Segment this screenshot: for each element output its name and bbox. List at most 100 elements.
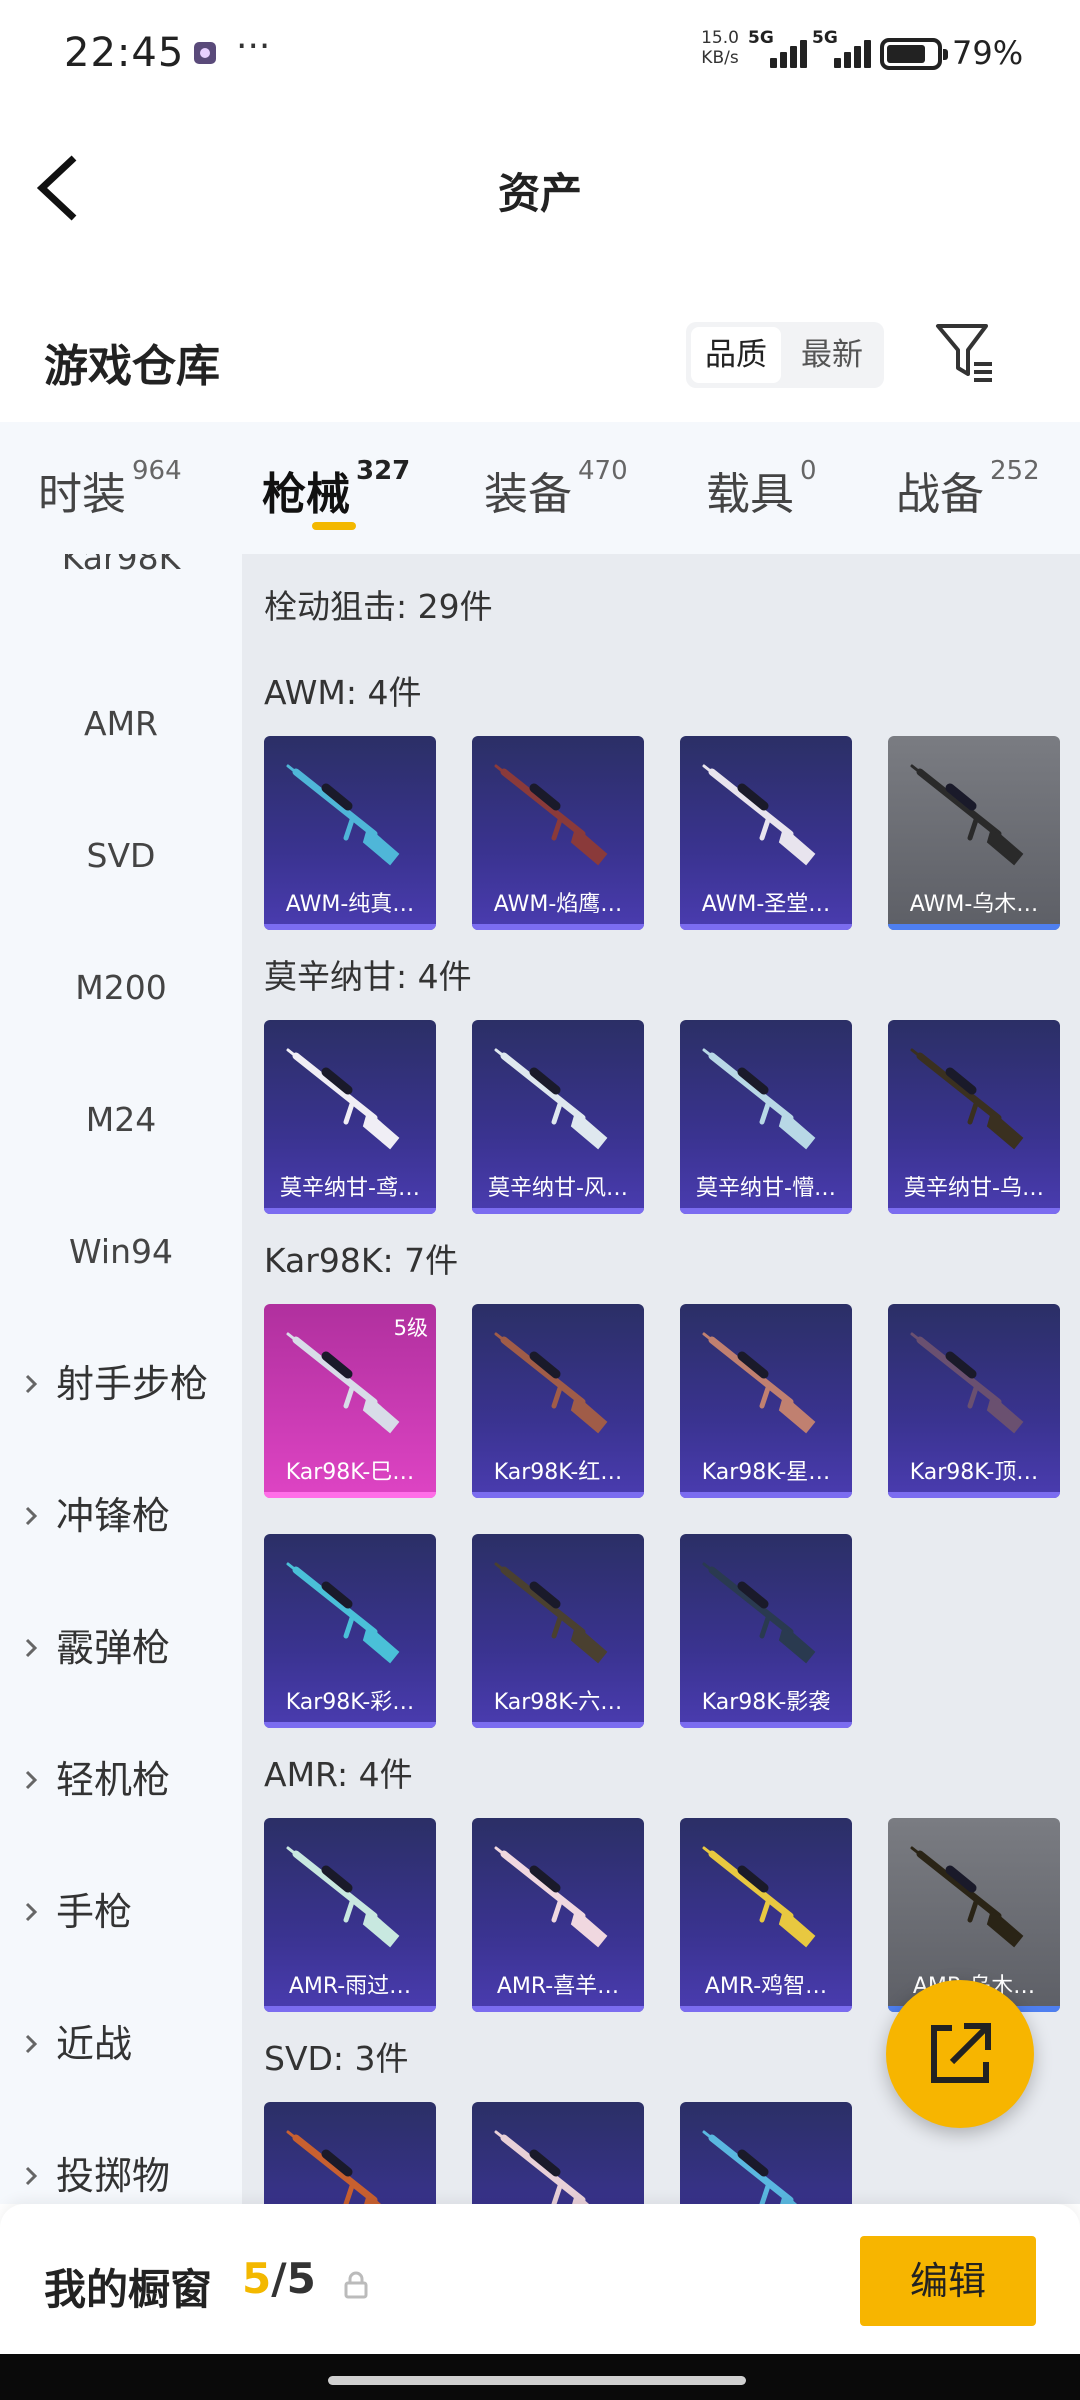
app-notification-icon: [194, 42, 216, 64]
tab-fashion[interactable]: 时装 964: [38, 456, 182, 522]
item-name: 莫辛纳甘-懵…: [696, 1176, 836, 1201]
home-indicator[interactable]: [328, 2376, 746, 2385]
tab-vehicles[interactable]: 载具 0: [706, 456, 817, 522]
sidebar-item-win94[interactable]: Win94: [0, 1212, 242, 1292]
sidebar-item-marksman-rifle[interactable]: 射手步枪: [0, 1344, 242, 1424]
rifle-icon: [494, 2130, 590, 2204]
weapon-card[interactable]: AWM-乌木…: [888, 736, 1060, 930]
weapon-card[interactable]: AMR-喜羊…: [472, 1818, 644, 2012]
rarity-bar: [680, 1208, 852, 1214]
item-name: Kar98K-彩…: [285, 1690, 415, 1715]
share-button[interactable]: [886, 1980, 1034, 2128]
sidebar-item-shotgun[interactable]: 霰弹枪: [0, 1608, 242, 1688]
chevron-right-icon: [25, 2034, 38, 2054]
rarity-bar: [888, 1208, 1060, 1214]
item-name: Kar98K-红…: [493, 1460, 623, 1485]
weapon-card[interactable]: AWM-纯真…: [264, 736, 436, 930]
rifle-icon: [702, 1332, 816, 1434]
item-name: AWM-圣堂…: [701, 892, 831, 917]
weapon-card[interactable]: Kar98K-影袭: [680, 1534, 852, 1728]
tab-supplies[interactable]: 战备 252: [896, 456, 1040, 522]
rarity-bar: [680, 924, 852, 930]
weapon-card[interactable]: Kar98K-红…: [472, 1304, 644, 1498]
weapon-type-sidebar: Kar98K AMR SVD M200 M24 Win94 射手步枪 冲锋枪 霰…: [0, 554, 242, 2204]
item-name: 莫辛纳甘-乌…: [904, 1176, 1044, 1201]
rifle-icon: [702, 1846, 816, 1948]
rifle-icon: [910, 1846, 1024, 1948]
rifle-icon: [494, 1562, 608, 1664]
weapon-card[interactable]: AWM-焰鹰…: [472, 736, 644, 930]
item-name: AMR-喜羊…: [496, 1974, 620, 1999]
edit-button[interactable]: 编辑: [860, 2236, 1036, 2326]
chevron-right-icon: [25, 1902, 38, 1922]
signal-icon: 5G: [748, 28, 808, 72]
weapon-card[interactable]: AMR-鸡智…: [680, 1818, 852, 2012]
showcase-bar: 我的橱窗 5/5 编辑: [0, 2204, 1080, 2354]
weapon-card[interactable]: 莫辛纳甘-懵…: [680, 1020, 852, 1214]
filter-icon: [936, 324, 992, 382]
weapon-card[interactable]: Kar98K-顶…: [888, 1304, 1060, 1498]
weapon-card[interactable]: [472, 2102, 644, 2204]
rifle-icon: [494, 1048, 608, 1150]
tab-weapons[interactable]: 枪械 327: [262, 456, 410, 522]
sidebar-item-pistol[interactable]: 手枪: [0, 1872, 242, 1952]
chevron-right-icon: [25, 1374, 38, 1394]
sort-option-quality[interactable]: 品质: [691, 327, 781, 383]
section-title-svd: SVD: 3件: [264, 2039, 409, 2078]
system-nav-bar: [0, 2354, 1080, 2400]
filter-button[interactable]: [930, 316, 1000, 386]
battery-icon: [880, 38, 948, 70]
item-name: Kar98K-巳…: [285, 1460, 415, 1485]
item-name: AWM-纯真…: [285, 892, 415, 917]
weapon-card[interactable]: Kar98K-星…: [680, 1304, 852, 1498]
status-time: 22:45: [64, 30, 185, 76]
rarity-bar: [888, 924, 1060, 930]
weapon-card[interactable]: 莫辛纳甘-乌…: [888, 1020, 1060, 1214]
sidebar-item-m200[interactable]: M200: [0, 948, 242, 1028]
sidebar-item-throwable[interactable]: 投掷物: [0, 2136, 242, 2204]
sidebar-item-melee[interactable]: 近战: [0, 2004, 242, 2084]
weapon-card[interactable]: 莫辛纳甘-风…: [472, 1020, 644, 1214]
sort-option-newest[interactable]: 最新: [787, 327, 877, 383]
tab-equipment[interactable]: 装备 470: [484, 456, 628, 522]
item-name: Kar98K-星…: [701, 1460, 831, 1485]
sidebar-item-amr[interactable]: AMR: [0, 684, 242, 764]
weapon-card[interactable]: AMR-雨过…: [264, 1818, 436, 2012]
sidebar-item-m24[interactable]: M24: [0, 1080, 242, 1160]
weapon-card[interactable]: Kar98K-六…: [472, 1534, 644, 1728]
item-name: AWM-焰鹰…: [493, 892, 623, 917]
sidebar-item-svd[interactable]: SVD: [0, 816, 242, 896]
section-title-kar98k: Kar98K: 7件: [264, 1241, 459, 1280]
weapon-card[interactable]: [680, 2102, 852, 2204]
item-level-badge: 5级: [393, 1316, 428, 1340]
rifle-icon: [286, 764, 400, 866]
rarity-bar: [472, 1722, 644, 1728]
lock-icon: [344, 2271, 368, 2299]
group-title: 栓动狙击: 29件: [264, 587, 493, 626]
item-name: AWM-乌木…: [909, 892, 1039, 917]
active-tab-indicator: [312, 522, 356, 530]
rifle-icon: [286, 1562, 400, 1664]
rarity-bar: [888, 1492, 1060, 1498]
section-title-awm: AWM: 4件: [264, 673, 422, 712]
chevron-right-icon: [25, 1770, 38, 1790]
weapon-card[interactable]: AWM-圣堂…: [680, 736, 852, 930]
weapon-card[interactable]: 莫辛纳甘-鸢…: [264, 1020, 436, 1214]
sidebar-item-kar98k[interactable]: Kar98K: [0, 554, 242, 598]
item-name: 莫辛纳甘-鸢…: [280, 1176, 420, 1201]
item-name: Kar98K-顶…: [909, 1460, 1039, 1485]
sidebar-item-lmg[interactable]: 轻机枪: [0, 1740, 242, 1820]
rifle-icon: [286, 1846, 400, 1948]
sidebar-item-smg[interactable]: 冲锋枪: [0, 1476, 242, 1556]
weapon-card[interactable]: Kar98K-彩…: [264, 1534, 436, 1728]
weapon-card[interactable]: 5级 Kar98K-巳…: [264, 1304, 436, 1498]
rarity-bar: [472, 1492, 644, 1498]
warehouse-title: 游戏仓库: [44, 341, 220, 392]
weapon-card[interactable]: [264, 2102, 436, 2204]
rifle-icon: [702, 1562, 816, 1664]
rarity-bar: [680, 2006, 852, 2012]
showcase-count: 5/5: [242, 2254, 316, 2303]
rarity-bar: [472, 2006, 644, 2012]
item-name: AMR-鸡智…: [704, 1974, 828, 1999]
rifle-icon: [910, 1048, 1024, 1150]
